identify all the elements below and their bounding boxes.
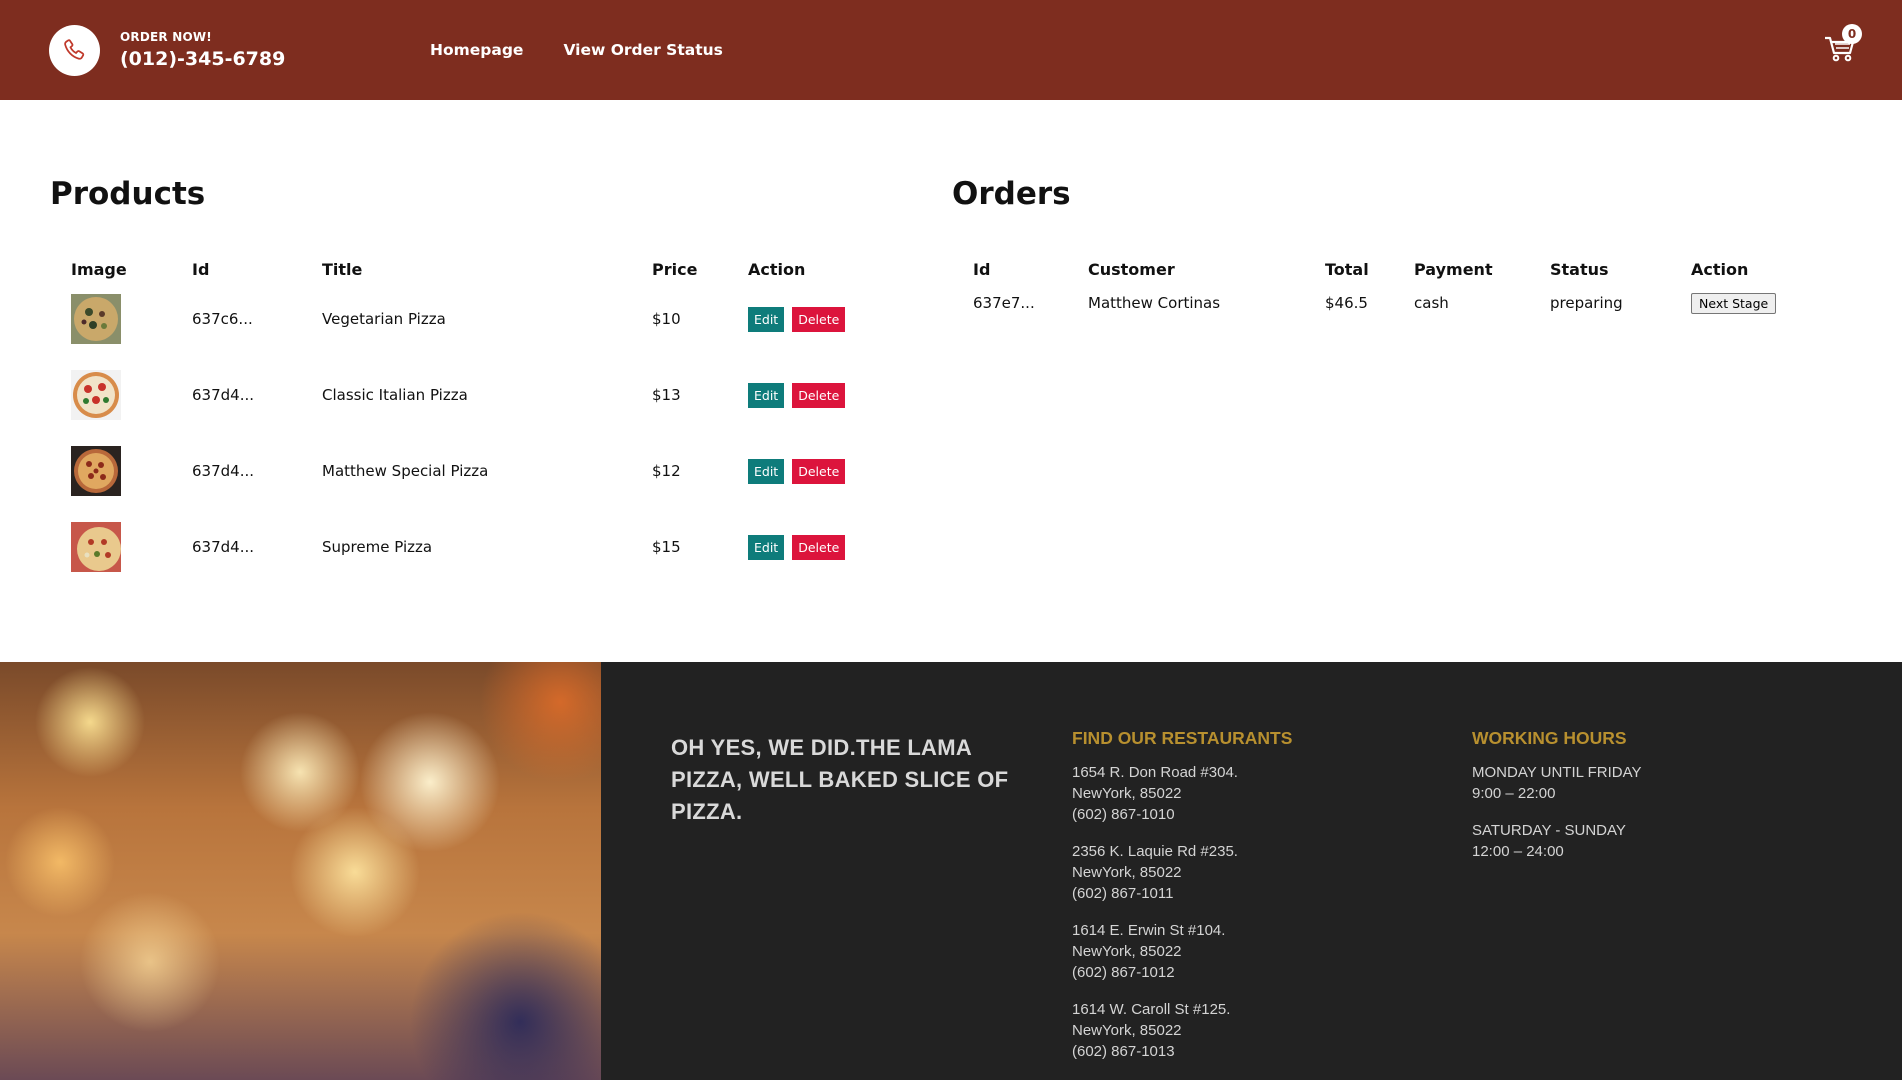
call-button[interactable] (49, 25, 100, 76)
restaurant-address: 1614 W. Caroll St #125. NewYork, 85022 (… (1072, 999, 1292, 1062)
navbar: ORDER NOW! (012)-345-6789 Homepage View … (0, 0, 1902, 100)
address-phone: (602) 867-1011 (1072, 885, 1174, 902)
restaurant-address: 1654 R. Don Road #304. NewYork, 85022 (6… (1072, 762, 1292, 825)
address-city: NewYork, 85022 (1072, 1022, 1182, 1039)
pizza-image (71, 294, 121, 344)
restaurant-address: 2356 K. Laquie Rd #235. NewYork, 85022 (… (1072, 841, 1292, 904)
product-price: $15 (652, 538, 681, 556)
table-row: 637c6... Vegetarian Pizza $10 Edit Delete (50, 281, 887, 357)
call-info: ORDER NOW! (012)-345-6789 (120, 30, 285, 70)
address-street: 1614 E. Erwin St #104. (1072, 922, 1226, 939)
hours-entry: MONDAY UNTIL FRIDAY 9:00 – 22:00 (1472, 762, 1641, 804)
product-id: 637d4... (192, 462, 254, 480)
order-total: $46.5 (1325, 294, 1368, 312)
order-id: 637e7... (973, 294, 1035, 312)
edit-button[interactable]: Edit (748, 306, 785, 332)
header-customer: Customer (1088, 259, 1175, 279)
delete-button[interactable]: Delete (792, 534, 846, 560)
product-title: Matthew Special Pizza (322, 462, 489, 480)
address-city: NewYork, 85022 (1072, 864, 1182, 881)
header-id: Id (192, 259, 210, 279)
footer: OH YES, WE DID.THE LAMA PIZZA, WELL BAKE… (0, 662, 1902, 1080)
next-stage-button[interactable]: Next Stage (1691, 292, 1777, 314)
header-action: Action (748, 259, 806, 279)
header-title: Title (322, 259, 363, 279)
address-city: NewYork, 85022 (1072, 943, 1182, 960)
restaurants-column: FIND OUR RESTAURANTS 1654 R. Don Road #3… (1072, 728, 1292, 1078)
hours-time: 12:00 – 24:00 (1472, 843, 1564, 860)
pizza-image (71, 522, 121, 572)
header-action: Action (1691, 259, 1749, 279)
edit-button[interactable]: Edit (748, 458, 785, 484)
delete-button[interactable]: Delete (792, 458, 846, 484)
header-id: Id (973, 259, 991, 279)
pizza-image (71, 370, 121, 420)
footer-background-image (0, 662, 601, 1080)
product-title: Vegetarian Pizza (322, 310, 446, 328)
phone-icon (63, 38, 84, 60)
footer-motto: OH YES, WE DID.THE LAMA PIZZA, WELL BAKE… (671, 735, 1009, 824)
products-table: Image Id Title Price Action 637c6... Veg… (50, 257, 887, 585)
product-price: $10 (652, 310, 681, 328)
address-phone: (602) 867-1010 (1072, 806, 1175, 823)
delete-button[interactable]: Delete (792, 382, 846, 408)
delete-button[interactable]: Delete (792, 306, 846, 332)
table-row: 637d4... Supreme Pizza $15 Edit Delete (50, 509, 887, 585)
restaurant-address: 1614 E. Erwin St #104. NewYork, 85022 (6… (1072, 920, 1292, 983)
nav-links: Homepage View Order Status (430, 41, 723, 59)
hours-title: WORKING HOURS (1472, 728, 1627, 748)
products-title: Products (50, 176, 206, 212)
header-status: Status (1550, 259, 1609, 279)
address-street: 1654 R. Don Road #304. (1072, 764, 1238, 781)
address-phone: (602) 867-1013 (1072, 1043, 1175, 1060)
cart-count-badge: 0 (1842, 24, 1862, 44)
hours-time: 9:00 – 22:00 (1472, 785, 1556, 802)
address-city: NewYork, 85022 (1072, 785, 1182, 802)
header-total: Total (1325, 259, 1369, 279)
product-price: $13 (652, 386, 681, 404)
hours-days: MONDAY UNTIL FRIDAY (1472, 764, 1642, 781)
product-title: Supreme Pizza (322, 538, 433, 556)
header-price: Price (652, 259, 698, 279)
order-payment: cash (1414, 294, 1449, 312)
table-row: 637d4... Classic Italian Pizza $13 Edit D… (50, 357, 887, 433)
orders-header-row: Id Customer Total Payment Status Action (952, 257, 1800, 281)
product-id: 637c6... (192, 310, 253, 328)
nav-link-homepage[interactable]: Homepage (430, 41, 523, 59)
product-id: 637d4... (192, 386, 254, 404)
pizza-image (71, 446, 121, 496)
hours-days: SATURDAY - SUNDAY (1472, 822, 1626, 839)
edit-button[interactable]: Edit (748, 534, 785, 560)
phone-number: (012)-345-6789 (120, 48, 286, 70)
restaurants-title: FIND OUR RESTAURANTS (1072, 728, 1293, 748)
table-row: 637e7... Matthew Cortinas $46.5 cash pre… (952, 281, 1800, 325)
address-phone: (602) 867-1012 (1072, 964, 1175, 981)
header-image: Image (71, 259, 127, 279)
product-title: Classic Italian Pizza (322, 386, 468, 404)
edit-button[interactable]: Edit (748, 382, 785, 408)
nav-link-order-status[interactable]: View Order Status (563, 41, 722, 59)
order-now-label: ORDER NOW! (120, 30, 212, 44)
header-payment: Payment (1414, 259, 1493, 279)
orders-title: Orders (952, 176, 1071, 212)
orders-table: Id Customer Total Payment Status Action … (952, 257, 1800, 325)
product-price: $12 (652, 462, 681, 480)
table-row: 637d4... Matthew Special Pizza $12 Edit D… (50, 433, 887, 509)
products-header-row: Image Id Title Price Action (50, 257, 887, 281)
product-id: 637d4... (192, 538, 254, 556)
address-street: 2356 K. Laquie Rd #235. (1072, 843, 1238, 860)
order-status: preparing (1550, 294, 1623, 312)
order-customer: Matthew Cortinas (1088, 294, 1221, 312)
hours-entry: SATURDAY - SUNDAY 12:00 – 24:00 (1472, 820, 1641, 862)
address-street: 1614 W. Caroll St #125. (1072, 1001, 1231, 1018)
hours-column: WORKING HOURS MONDAY UNTIL FRIDAY 9:00 –… (1472, 728, 1641, 878)
